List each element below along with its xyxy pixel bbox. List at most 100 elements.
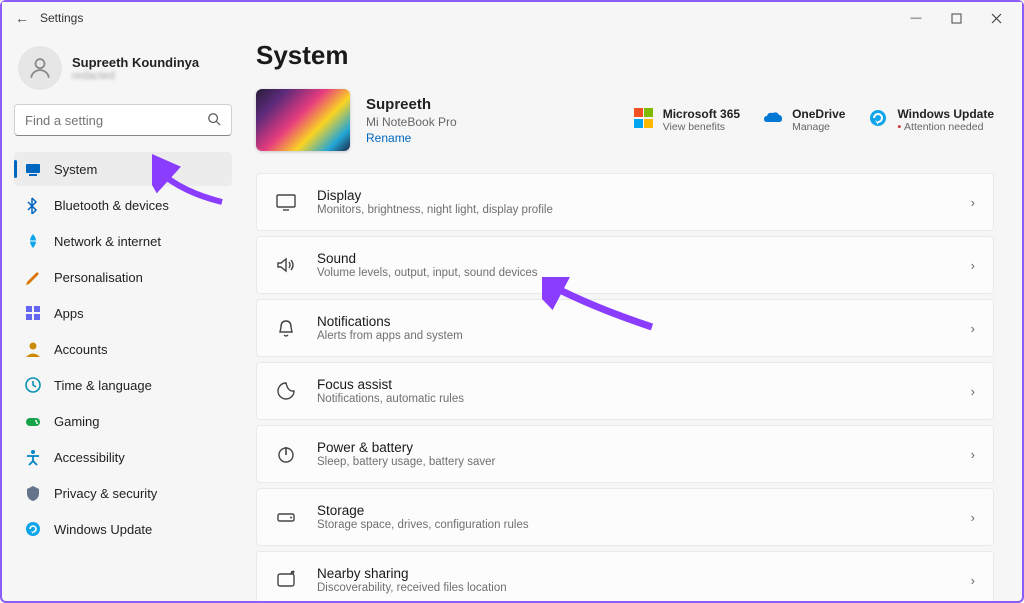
- close-button[interactable]: [976, 4, 1016, 32]
- chevron-right-icon: ›: [971, 195, 975, 210]
- sidebar-item-label: System: [54, 162, 97, 177]
- cloud-sub: View benefits: [663, 121, 740, 133]
- chevron-right-icon: ›: [971, 384, 975, 399]
- chevron-right-icon: ›: [971, 258, 975, 273]
- window-title: Settings: [40, 11, 83, 25]
- maximize-button[interactable]: [936, 4, 976, 32]
- sidebar-item-label: Personalisation: [54, 270, 143, 285]
- power-icon: [275, 443, 297, 465]
- settings-row-display[interactable]: DisplayMonitors, brightness, night light…: [256, 173, 994, 231]
- settings-row-sound[interactable]: SoundVolume levels, output, input, sound…: [256, 236, 994, 294]
- settings-row-title: Nearby sharing: [317, 566, 971, 581]
- sidebar-item-privacy[interactable]: Privacy & security: [14, 476, 232, 510]
- cloud-title: OneDrive: [792, 107, 845, 121]
- cloud-title: Microsoft 365: [663, 107, 740, 121]
- display-icon: [275, 191, 297, 213]
- chevron-right-icon: ›: [971, 573, 975, 588]
- accessibility-icon: [24, 448, 42, 466]
- settings-row-title: Sound: [317, 251, 971, 266]
- network-icon: [24, 232, 42, 250]
- nav-list: System Bluetooth & devices Network & inter…: [14, 152, 232, 546]
- settings-row-title: Storage: [317, 503, 971, 518]
- sidebar-item-label: Time & language: [54, 378, 152, 393]
- settings-row-title: Power & battery: [317, 440, 971, 455]
- sidebar-item-label: Accounts: [54, 342, 107, 357]
- ms365-icon: [633, 107, 655, 129]
- onedrive-icon: [762, 107, 784, 129]
- chevron-right-icon: ›: [971, 510, 975, 525]
- system-icon: [24, 160, 42, 178]
- avatar: [18, 46, 62, 90]
- settings-row-storage[interactable]: StorageStorage space, drives, configurat…: [256, 488, 994, 546]
- focus-icon: [275, 380, 297, 402]
- time-icon: [24, 376, 42, 394]
- search-box[interactable]: [14, 104, 232, 136]
- cloud-sub: Manage: [792, 121, 845, 133]
- page-title: System: [256, 40, 994, 71]
- wupdate-icon: [867, 107, 889, 129]
- settings-row-title: Notifications: [317, 314, 971, 329]
- cloud-item-ms365[interactable]: Microsoft 365View benefits: [633, 107, 740, 133]
- settings-row-title: Display: [317, 188, 971, 203]
- sidebar-item-label: Bluetooth & devices: [54, 198, 169, 213]
- bluetooth-icon: [24, 196, 42, 214]
- settings-row-desc: Monitors, brightness, night light, displ…: [317, 204, 971, 216]
- sidebar: Supreeth Koundinya redacted System Blueto…: [2, 34, 240, 601]
- update-icon: [24, 520, 42, 538]
- device-model: Mi NoteBook Pro: [366, 115, 457, 129]
- device-row: Supreeth Mi NoteBook Pro Rename Microsof…: [256, 89, 994, 151]
- privacy-icon: [24, 484, 42, 502]
- personalisation-icon: [24, 268, 42, 286]
- settings-row-desc: Notifications, automatic rules: [317, 393, 971, 405]
- sidebar-item-label: Privacy & security: [54, 486, 157, 501]
- sidebar-item-accounts[interactable]: Accounts: [14, 332, 232, 366]
- gaming-icon: [24, 412, 42, 430]
- user-email: redacted: [72, 70, 199, 82]
- settings-row-nearby[interactable]: Nearby sharingDiscoverability, received …: [256, 551, 994, 601]
- settings-row-notifications[interactable]: NotificationsAlerts from apps and system…: [256, 299, 994, 357]
- settings-row-power[interactable]: Power & batterySleep, battery usage, bat…: [256, 425, 994, 483]
- sidebar-item-accessibility[interactable]: Accessibility: [14, 440, 232, 474]
- user-profile[interactable]: Supreeth Koundinya redacted: [14, 40, 232, 104]
- apps-icon: [24, 304, 42, 322]
- device-wallpaper: [256, 89, 350, 151]
- sidebar-item-bluetooth[interactable]: Bluetooth & devices: [14, 188, 232, 222]
- cloud-row: Microsoft 365View benefits OneDriveManage…: [633, 107, 994, 133]
- sound-icon: [275, 254, 297, 276]
- back-button[interactable]: ←: [8, 10, 36, 26]
- settings-row-title: Focus assist: [317, 377, 971, 392]
- cloud-item-onedrive[interactable]: OneDriveManage: [762, 107, 845, 133]
- main-content: System Supreeth Mi NoteBook Pro Rename M…: [240, 34, 1022, 601]
- titlebar: ← Settings —: [2, 2, 1022, 34]
- settings-row-focus[interactable]: Focus assistNotifications, automatic rul…: [256, 362, 994, 420]
- user-name: Supreeth Koundinya: [72, 55, 199, 70]
- settings-list: DisplayMonitors, brightness, night light…: [256, 173, 994, 601]
- device-name: Supreeth: [366, 96, 457, 113]
- minimize-button[interactable]: —: [896, 4, 936, 32]
- rename-link[interactable]: Rename: [366, 131, 457, 145]
- chevron-right-icon: ›: [971, 321, 975, 336]
- chevron-right-icon: ›: [971, 447, 975, 462]
- cloud-item-wupdate[interactable]: Windows UpdateAttention needed: [867, 107, 994, 133]
- sidebar-item-label: Windows Update: [54, 522, 152, 537]
- sidebar-item-apps[interactable]: Apps: [14, 296, 232, 330]
- sidebar-item-network[interactable]: Network & internet: [14, 224, 232, 258]
- sidebar-item-time[interactable]: Time & language: [14, 368, 232, 402]
- settings-row-desc: Discoverability, received files location: [317, 582, 971, 594]
- nearby-icon: [275, 569, 297, 591]
- sidebar-item-label: Network & internet: [54, 234, 161, 249]
- search-input[interactable]: [25, 113, 207, 128]
- sidebar-item-gaming[interactable]: Gaming: [14, 404, 232, 438]
- cloud-sub: Attention needed: [897, 121, 994, 133]
- settings-row-desc: Storage space, drives, configuration rul…: [317, 519, 971, 531]
- notifications-icon: [275, 317, 297, 339]
- accounts-icon: [24, 340, 42, 358]
- sidebar-item-label: Apps: [54, 306, 84, 321]
- settings-row-desc: Volume levels, output, input, sound devi…: [317, 267, 971, 279]
- sidebar-item-system[interactable]: System: [14, 152, 232, 186]
- sidebar-item-update[interactable]: Windows Update: [14, 512, 232, 546]
- settings-row-desc: Sleep, battery usage, battery saver: [317, 456, 971, 468]
- search-icon: [207, 112, 221, 129]
- cloud-title: Windows Update: [897, 107, 994, 121]
- sidebar-item-personalisation[interactable]: Personalisation: [14, 260, 232, 294]
